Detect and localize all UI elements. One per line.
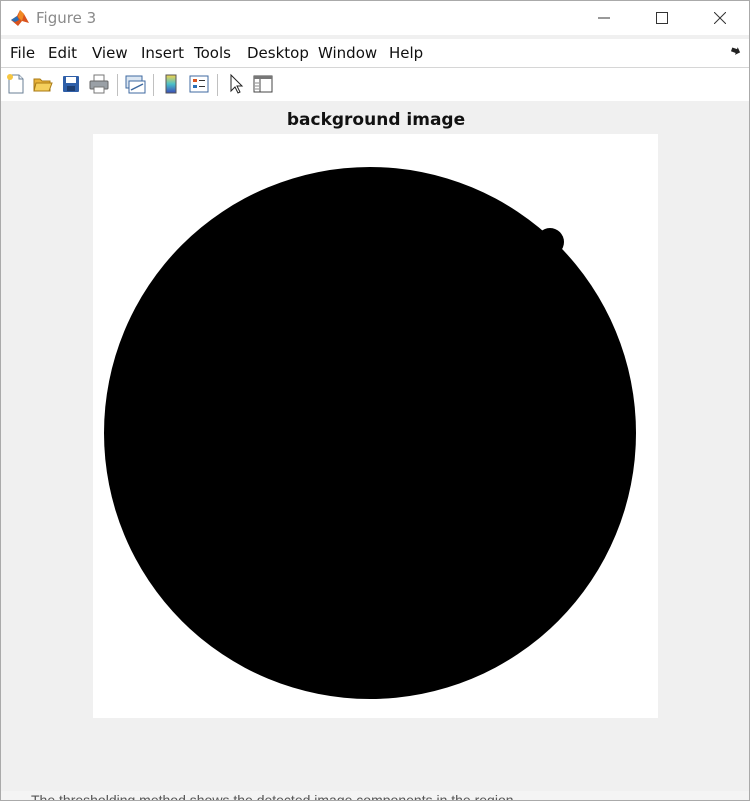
insert-legend-icon[interactable] (188, 73, 210, 95)
bottom-strip: The thresholding method shows the detect… (1, 791, 749, 801)
toolbar-separator (153, 74, 154, 96)
menu-view[interactable]: View (92, 44, 128, 62)
menu-bar: File Edit View Insert Tools Desktop Wind… (1, 39, 749, 67)
maximize-button[interactable] (633, 1, 691, 35)
toolbar-separator (117, 74, 118, 96)
close-button[interactable] (691, 1, 749, 35)
print-icon[interactable] (88, 73, 110, 95)
property-inspector-icon[interactable] (252, 73, 274, 95)
window-title: Figure 3 (36, 9, 97, 27)
menu-file[interactable]: File (10, 44, 35, 62)
new-figure-icon[interactable] (5, 73, 27, 95)
close-icon (714, 12, 726, 24)
save-icon[interactable] (60, 73, 82, 95)
figure-toolbar (1, 67, 749, 102)
image-axes[interactable] (93, 134, 658, 718)
edit-plot-arrow-icon[interactable] (225, 73, 247, 95)
disk-bump (536, 228, 564, 256)
minimize-button[interactable] (575, 1, 633, 35)
dock-arrow-icon[interactable] (729, 45, 743, 59)
plot-title: background image (286, 110, 466, 130)
figure-window: Figure 3 File Edit View Insert Tools Des… (0, 0, 750, 801)
open-file-icon[interactable] (32, 73, 54, 95)
background-image (93, 134, 658, 718)
menu-desktop[interactable]: Desktop (247, 44, 309, 62)
menu-tools[interactable]: Tools (194, 44, 231, 62)
maximize-icon (656, 12, 668, 24)
insert-colorbar-icon[interactable] (160, 73, 182, 95)
title-bar[interactable]: Figure 3 (1, 1, 749, 35)
bottom-caption-text: The thresholding method shows the detect… (31, 792, 514, 801)
link-plot-icon[interactable] (124, 73, 146, 95)
menu-edit[interactable]: Edit (48, 44, 77, 62)
minimize-icon (598, 17, 610, 19)
toolbar-separator (217, 74, 218, 96)
menu-help[interactable]: Help (389, 44, 423, 62)
menu-window[interactable]: Window (318, 44, 377, 62)
menu-insert[interactable]: Insert (141, 44, 184, 62)
matlab-logo-icon (10, 8, 30, 28)
